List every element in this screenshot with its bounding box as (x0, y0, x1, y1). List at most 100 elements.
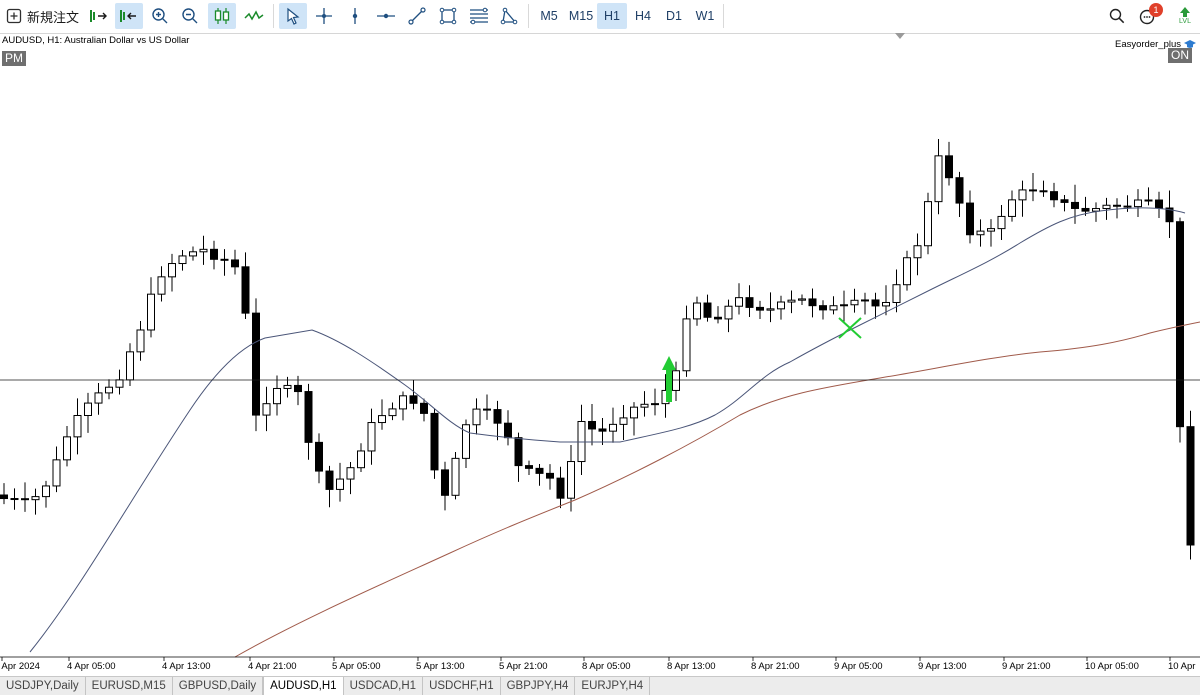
crosshair-icon (316, 8, 332, 24)
bullish-candle (840, 304, 848, 307)
candlestick-chart-button[interactable] (208, 3, 236, 29)
timeframe-d1-button[interactable]: D1 (660, 3, 688, 29)
bearish-candle (1050, 191, 1058, 201)
bullish-candle (136, 329, 145, 353)
depth-of-market-button[interactable] (86, 3, 112, 29)
bearish-candle (430, 412, 439, 471)
candlesticks (0, 138, 1195, 560)
tab-gbpjpy-h4[interactable]: GBPJPY,H4 (501, 677, 576, 695)
bearish-candle (1081, 207, 1090, 212)
candlestick-chart-icon (214, 8, 230, 24)
cursor-icon (287, 7, 300, 25)
fibonacci-button[interactable] (466, 3, 492, 29)
bearish-candle (294, 384, 302, 393)
vertical-line-button[interactable] (343, 3, 367, 29)
timeframe-m5-button[interactable]: M5 (535, 3, 563, 29)
bearish-candle (504, 422, 512, 439)
bullish-candle (630, 406, 638, 419)
bullish-candle (157, 276, 166, 295)
line-chart-icon (244, 10, 264, 21)
bearish-candle (955, 177, 964, 204)
bullish-candle (567, 461, 575, 499)
shift-marker-icon[interactable] (895, 33, 905, 39)
cursor-button[interactable] (279, 3, 307, 29)
bearish-candle (598, 428, 607, 432)
bullish-candle (1018, 189, 1027, 201)
bearish-candle (535, 467, 544, 474)
bearish-candle (514, 437, 523, 467)
bullish-candle (262, 403, 271, 416)
rectangle-button[interactable] (436, 3, 460, 29)
search-button[interactable] (1106, 3, 1128, 29)
bullish-candle (1102, 204, 1111, 210)
bullish-candle (147, 293, 155, 331)
bullish-candle (997, 215, 1006, 230)
bearish-candle (325, 470, 334, 490)
bullish-candle (388, 408, 397, 417)
time-label: 10 Apr (1168, 661, 1195, 672)
new-order-button[interactable]: 新規注文 (6, 3, 82, 29)
bullish-candle (777, 301, 785, 310)
bullish-candle (126, 351, 134, 381)
tab-gbpusd-daily[interactable]: GBPUSD,Daily (173, 677, 264, 695)
cross-marker-icon (838, 317, 862, 339)
notification-count-badge: 1 (1149, 3, 1163, 17)
bullish-candle (178, 255, 187, 265)
bullish-candle (766, 308, 775, 311)
shapes-button[interactable] (497, 3, 521, 29)
time-label: 8 Apr 21:00 (751, 661, 800, 672)
bearish-candle (1186, 426, 1195, 546)
tab-audusd-h1[interactable]: AUDUSD,H1 (263, 677, 344, 695)
zoom-out-button[interactable] (178, 3, 202, 29)
bullish-candle (924, 201, 932, 247)
bearish-candle (10, 498, 19, 501)
chart-title: AUDUSD, H1: Australian Dollar vs US Doll… (2, 35, 190, 46)
bearish-candle (1144, 199, 1153, 202)
bearish-candle (525, 465, 533, 469)
bearish-candle (220, 258, 229, 261)
rectangle-icon (439, 7, 457, 25)
trend-line-icon (408, 7, 426, 25)
timeframe-h1-button[interactable]: H1 (597, 3, 627, 29)
arrow-up-icon (1180, 7, 1190, 17)
bullish-candle (378, 415, 386, 424)
horizontal-line-button[interactable] (374, 3, 398, 29)
bullish-candle (367, 422, 376, 452)
bearish-candle (21, 498, 29, 501)
timeframe-h4-button[interactable]: H4 (629, 3, 657, 29)
tab-eurusd-m15[interactable]: EURUSD,M15 (86, 677, 173, 695)
timeframe-m15-button[interactable]: M15 (566, 3, 596, 29)
bullish-candle (735, 297, 743, 307)
new-order-icon (6, 8, 22, 24)
bearish-candle (588, 420, 596, 430)
tab-usdcad-h1[interactable]: USDCAD,H1 (344, 677, 424, 695)
bullish-candle (787, 299, 796, 303)
toolbar-separator (528, 4, 529, 28)
tab-usdjpy-daily[interactable]: USDJPY,Daily (0, 677, 86, 695)
time-label: 4 Apr 13:00 (162, 661, 211, 672)
zoom-in-button[interactable] (148, 3, 172, 29)
line-chart-button[interactable] (241, 3, 267, 29)
trend-line-button[interactable] (405, 3, 429, 29)
tab-eurjpy-h4[interactable]: EURJPY,H4 (575, 677, 651, 695)
bearish-candle (1029, 189, 1037, 192)
price-chart[interactable]: 3 Apr 2024 4 Apr 05:00 4 Apr 13:00 4 Apr 21… (0, 33, 1200, 676)
timeframe-w1-button[interactable]: W1 (691, 3, 719, 29)
new-order-label: 新規注文 (27, 9, 80, 25)
time-label: 8 Apr 05:00 (582, 661, 631, 672)
pm-badge: PM (2, 51, 26, 66)
algo-on-badge: ON (1168, 48, 1192, 63)
fibonacci-icon (470, 7, 488, 25)
bullish-candle (829, 305, 838, 311)
bullish-candle (346, 467, 355, 480)
bullish-candle (189, 251, 197, 257)
tab-usdchf-h1[interactable]: USDCHF,H1 (423, 677, 501, 695)
crosshair-button[interactable] (312, 3, 336, 29)
algo-trading-button[interactable] (115, 3, 143, 29)
time-label: 9 Apr 21:00 (1002, 661, 1051, 672)
bullish-candle (724, 305, 733, 320)
bearish-candle (0, 494, 8, 500)
signal-level-button[interactable]: LVL (1174, 3, 1196, 29)
shapes-icon (500, 7, 518, 25)
bearish-candle (315, 441, 323, 472)
